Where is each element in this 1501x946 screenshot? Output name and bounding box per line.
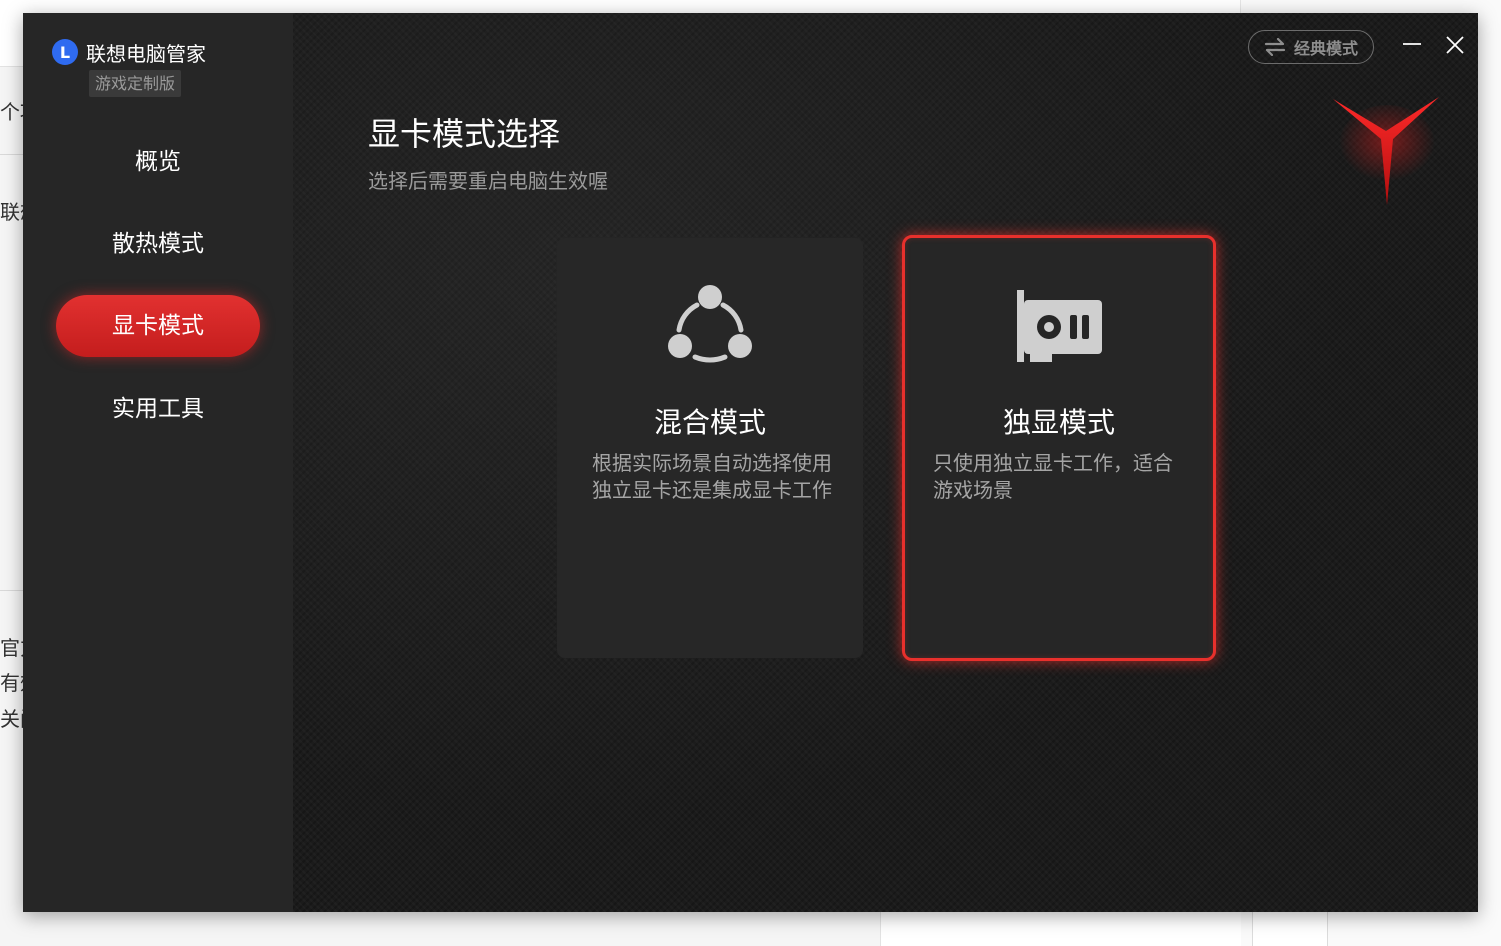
background-card (880, 912, 1241, 946)
classic-mode-button[interactable]: 经典模式 (1248, 30, 1374, 64)
close-icon (1446, 36, 1464, 54)
background-text: 官方 (0, 636, 23, 660)
dedicated-gpu-mode-description: 只使用独立显卡工作，适合游戏场景 (933, 451, 1173, 502)
nav-item-overview[interactable]: 概览 (56, 131, 260, 193)
background-text: 关闭 (0, 707, 23, 731)
classic-mode-label: 经典模式 (1293, 39, 1358, 58)
sidebar: L 联想电脑管家 游戏定制版 概览 散热模式 显卡模式 实用工具 (23, 13, 293, 912)
page-title: 显卡模式选择 (368, 115, 561, 153)
minimize-icon (1403, 43, 1421, 45)
edition-badge: 游戏定制版 (89, 70, 182, 97)
lenovo-logo-icon: L (52, 39, 78, 65)
background-divider (0, 590, 23, 591)
brand: L 联想电脑管家 (52, 37, 206, 67)
page-subtitle: 选择后需要重启电脑生效喔 (368, 169, 608, 193)
close-button[interactable] (1441, 31, 1469, 59)
nav-item-thermal-mode[interactable]: 散热模式 (56, 213, 260, 275)
background-text: 个项 (0, 100, 23, 124)
graphics-card-icon (1014, 290, 1104, 370)
dedicated-gpu-mode-title: 独显模式 (1002, 406, 1115, 439)
nav-item-gpu-mode[interactable]: 显卡模式 (56, 295, 260, 357)
hybrid-nodes-icon (665, 283, 755, 371)
hybrid-mode-card[interactable]: 混合模式 根据实际场景自动选择使用独立显卡还是集成显卡工作 (557, 238, 863, 658)
lenovo-pc-manager-window: L 联想电脑管家 游戏定制版 概览 散热模式 显卡模式 实用工具 经典模式 显卡… (23, 13, 1478, 912)
switch-arrows-icon (1264, 38, 1286, 56)
minimize-button[interactable] (1398, 31, 1426, 59)
background-divider (0, 154, 23, 155)
legion-y-logo-icon (1329, 93, 1445, 213)
background-text: 联想 (0, 200, 23, 224)
app-title: 联想电脑管家 (86, 41, 206, 66)
nav-item-utilities[interactable]: 实用工具 (56, 378, 260, 440)
hybrid-mode-description: 根据实际场景自动选择使用独立显卡还是集成显卡工作 (592, 451, 832, 502)
background-card (1252, 912, 1328, 946)
dedicated-gpu-mode-card[interactable]: 独显模式 只使用独立显卡工作，适合游戏场景 (902, 235, 1216, 661)
background-text: 有效 (0, 671, 23, 695)
hybrid-mode-title: 混合模式 (653, 406, 766, 439)
